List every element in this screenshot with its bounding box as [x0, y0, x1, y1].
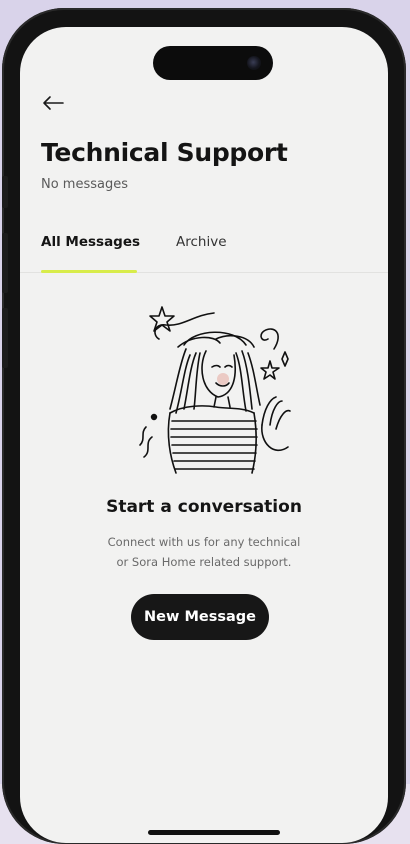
new-message-button[interactable]: New Message	[131, 594, 269, 640]
empty-state-description: Connect with us for any technical or Sor…	[60, 532, 348, 572]
empty-state-title: Start a conversation	[106, 497, 302, 517]
back-button[interactable]	[39, 89, 67, 117]
arrow-left-icon	[43, 96, 64, 110]
dynamic-island	[153, 46, 273, 80]
empty-state-line-1: Connect with us for any technical	[107, 535, 301, 549]
empty-state-line-2: or Sora Home related support.	[116, 555, 292, 569]
phone-frame: Technical Support No messages All Messag…	[2, 8, 406, 844]
camera-icon	[247, 56, 261, 70]
page-title: Technical Support	[41, 138, 288, 167]
volume-down-button	[2, 308, 8, 368]
volume-up-button	[2, 233, 8, 293]
active-tab-indicator	[41, 270, 137, 273]
home-indicator[interactable]	[148, 830, 280, 835]
tab-all-messages[interactable]: All Messages	[41, 234, 140, 250]
woman-waving-illustration	[139, 306, 291, 474]
action-button	[2, 176, 8, 208]
tab-bar: All Messages Archive	[20, 227, 388, 273]
message-count-status: No messages	[41, 177, 129, 192]
app-screen: Technical Support No messages All Messag…	[20, 27, 388, 843]
tab-archive[interactable]: Archive	[176, 234, 227, 250]
